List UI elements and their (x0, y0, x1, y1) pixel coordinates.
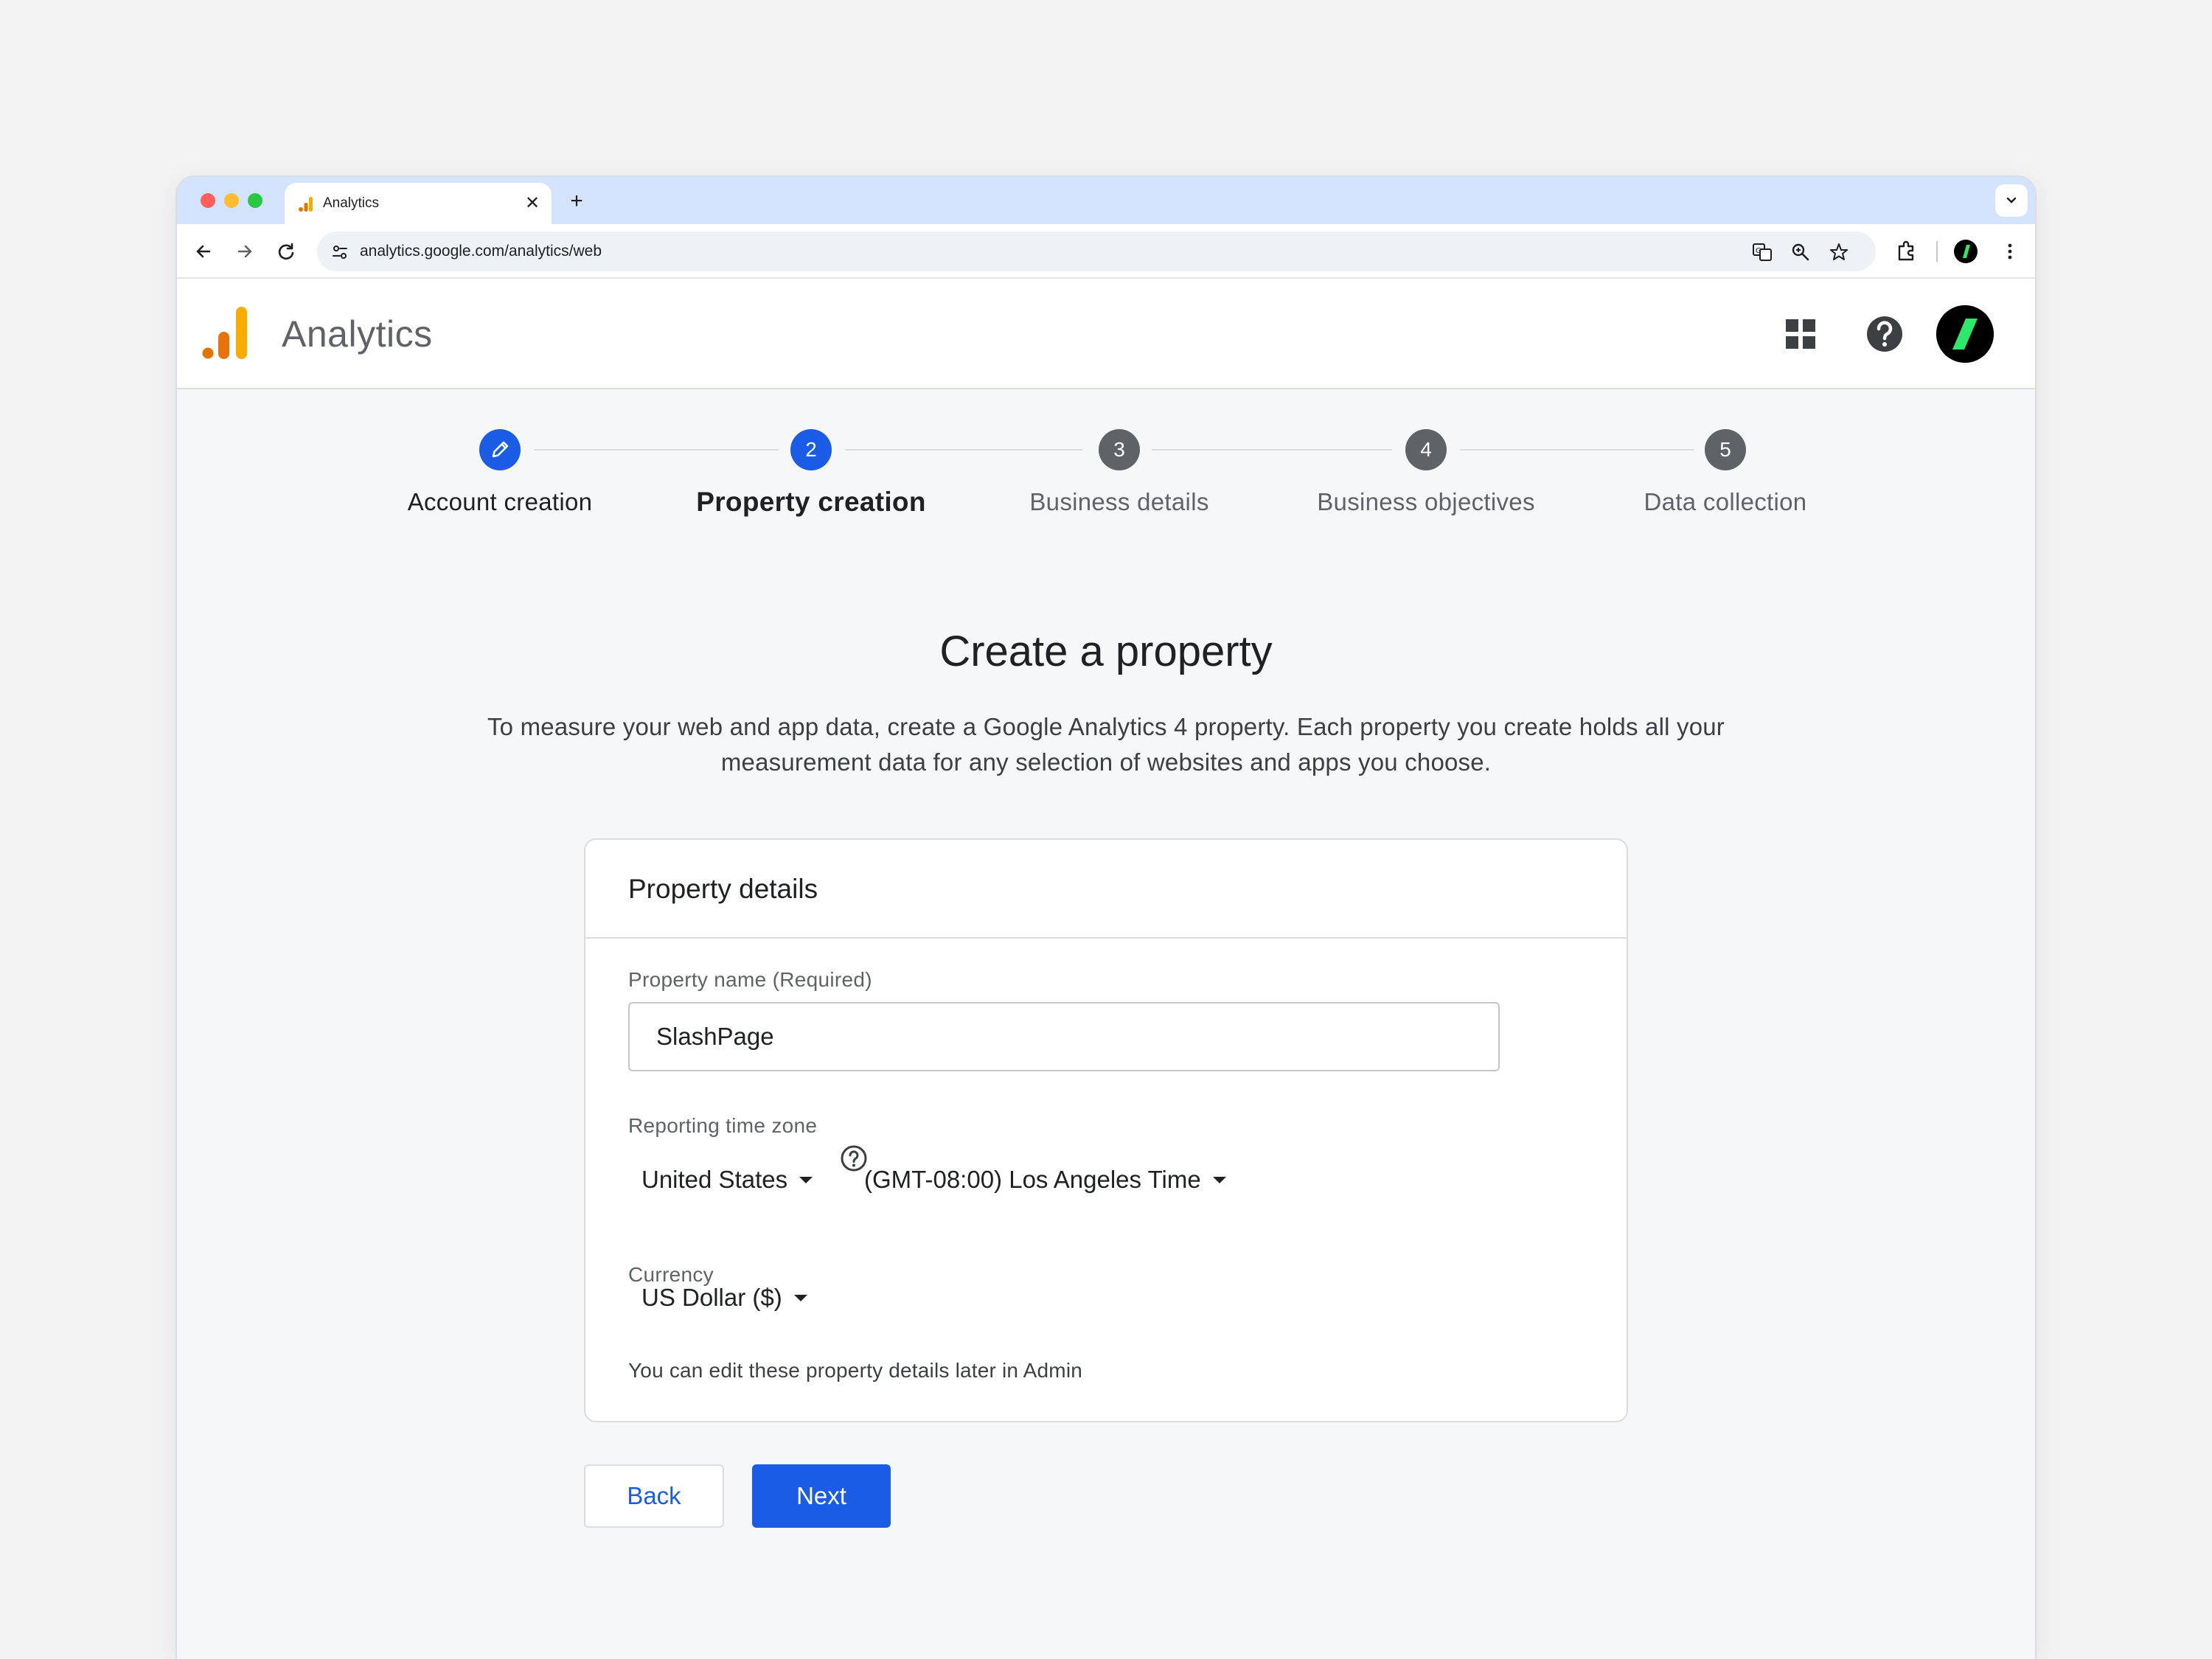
property-name-label: Property name (Required) (628, 968, 872, 991)
browser-window: Analytics ✕ + analytics.google.com/analy… (177, 177, 2035, 1659)
step-4-indicator[interactable]: 4 (1405, 429, 1447, 470)
app-name: Analytics (282, 313, 433, 355)
tab-strip: Analytics ✕ + (177, 177, 2035, 224)
step-connector (1152, 449, 1392, 451)
help-icon[interactable] (1861, 310, 1908, 358)
setup-stepper: 2 3 4 5 Account creation Property creati… (177, 389, 2035, 574)
back-button[interactable]: Back (584, 1464, 724, 1528)
account-avatar[interactable] (1936, 305, 1994, 363)
star-icon[interactable] (1829, 242, 1849, 262)
reload-icon[interactable] (271, 237, 301, 266)
analytics-logo-icon (202, 307, 247, 359)
step-2-indicator[interactable]: 2 (790, 429, 832, 470)
tune-icon[interactable] (330, 243, 349, 262)
property-details-card: Property details Property name (Required… (584, 838, 1628, 1422)
pencil-icon (492, 441, 509, 458)
address-bar[interactable]: analytics.google.com/analytics/web G (317, 232, 1876, 271)
page-description: To measure your web and app data, create… (487, 713, 1725, 776)
toolbar-divider (1936, 241, 1938, 262)
step-3-label[interactable]: Business details (972, 488, 1267, 516)
tab-search-button[interactable] (1995, 184, 2028, 217)
forward-arrow-icon[interactable] (230, 237, 260, 266)
card-title: Property details (628, 874, 818, 904)
close-window-button[interactable] (201, 193, 215, 208)
chevron-down-icon (799, 1177, 813, 1183)
step-5-label[interactable]: Data collection (1578, 488, 1873, 516)
page-title: Create a property (939, 627, 1273, 675)
back-arrow-icon[interactable] (189, 237, 218, 266)
analytics-favicon-icon (299, 197, 313, 212)
url-text: analytics.google.com/analytics/web (360, 243, 602, 260)
step-2-label[interactable]: Property creation (664, 487, 959, 518)
chevron-down-icon (1212, 1177, 1226, 1183)
chevron-down-icon (2006, 197, 2017, 204)
profile-avatar-icon[interactable] (1952, 238, 1979, 265)
svg-text:G: G (1756, 247, 1761, 255)
country-value: United States (641, 1166, 788, 1193)
card-header: Property details (585, 840, 1627, 939)
app-header: Analytics (177, 279, 2035, 389)
currency-dropdown[interactable]: US Dollar ($) (628, 1276, 815, 1320)
step-connector (534, 449, 779, 451)
plus-icon[interactable]: + (562, 187, 591, 217)
step-1-indicator[interactable] (479, 429, 521, 470)
country-dropdown[interactable]: United States (628, 1158, 820, 1202)
currency-value: US Dollar ($) (641, 1284, 782, 1311)
maximize-window-button[interactable] (248, 193, 262, 208)
step-1-label[interactable]: Account creation (352, 488, 647, 516)
more-vert-icon[interactable] (1997, 238, 2023, 265)
step-connector (845, 449, 1082, 451)
minimize-window-button[interactable] (224, 193, 239, 208)
browser-tab[interactable]: Analytics ✕ (285, 183, 552, 224)
close-icon[interactable]: ✕ (521, 192, 544, 215)
timezone-dropdown[interactable]: (GMT-08:00) Los Angeles Time (851, 1158, 1234, 1202)
timezone-label: Reporting time zone (628, 1114, 818, 1137)
browser-toolbar: analytics.google.com/analytics/web G (177, 224, 2035, 279)
step-4-label[interactable]: Business objectives (1279, 488, 1573, 516)
chevron-down-icon (793, 1295, 807, 1301)
apps-grid-icon[interactable] (1777, 310, 1824, 358)
translate-icon[interactable]: G (1752, 242, 1773, 262)
extensions-icon[interactable] (1893, 238, 1920, 265)
tab-title: Analytics (323, 195, 380, 211)
property-name-input[interactable] (628, 1002, 1500, 1071)
timezone-value: (GMT-08:00) Los Angeles Time (864, 1166, 1201, 1193)
step-connector (1460, 449, 1694, 451)
step-3-indicator[interactable]: 3 (1099, 429, 1140, 470)
step-5-indicator[interactable]: 5 (1705, 429, 1746, 470)
zoom-icon[interactable] (1790, 242, 1811, 262)
next-button[interactable]: Next (752, 1464, 891, 1528)
edit-later-note: You can edit these property details late… (628, 1359, 1083, 1382)
